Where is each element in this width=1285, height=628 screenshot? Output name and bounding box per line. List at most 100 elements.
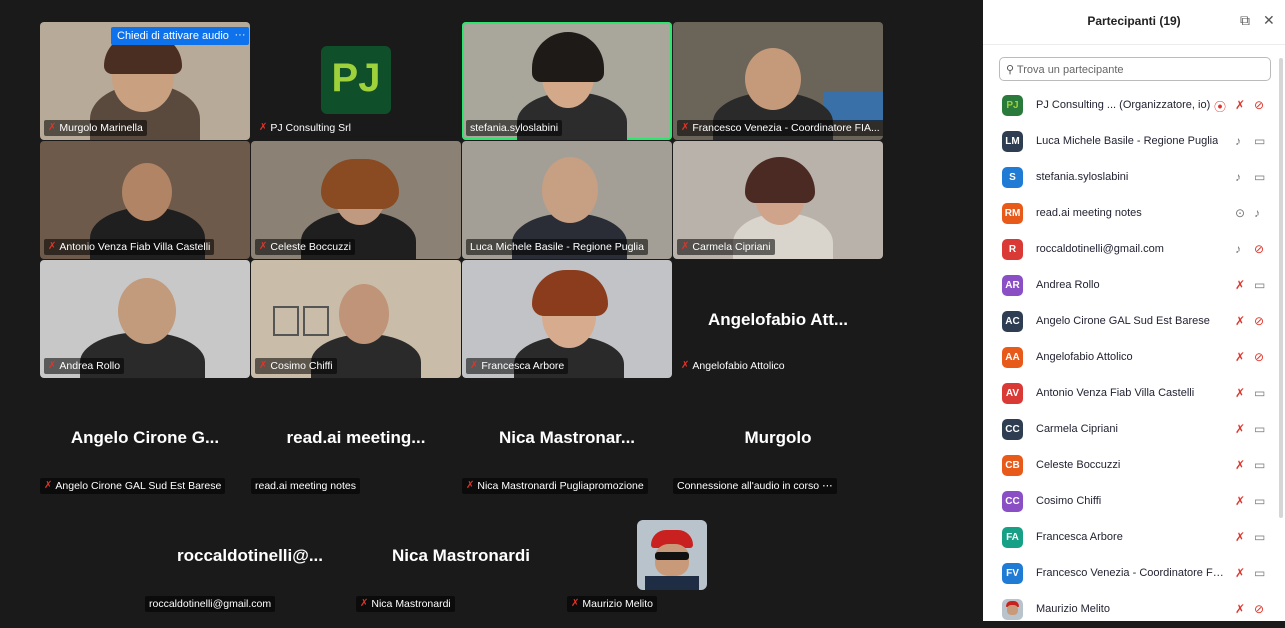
participant-avatar: S [1002, 167, 1023, 188]
mic-muted-icon: ✗ [681, 241, 690, 252]
video-off-icon[interactable]: ⊘ [1254, 314, 1264, 328]
participant-row[interactable]: CC Carmela Cipriani ✗ ▭ [983, 412, 1285, 448]
video-icon[interactable]: ▭ [1254, 566, 1265, 580]
participant-row[interactable]: FV Francesco Venezia - Coordinatore FIA.… [983, 556, 1285, 592]
more-options-button[interactable]: ··· [231, 27, 249, 45]
participant-row[interactable]: AA Angelofabio Attolico ✗ ⊘ [983, 340, 1285, 376]
video-tile-antonio[interactable]: ✗ Antonio Venza Fiab Villa Castelli [40, 141, 250, 259]
mic-muted-icon: ✗ [48, 122, 57, 133]
participant-row[interactable]: LM Luca Michele Basile - Regione Puglia … [983, 124, 1285, 160]
mic-muted-icon[interactable]: ✗ [1235, 530, 1245, 544]
participant-row[interactable]: PJ PJ Consulting ... (Organizzatore, io)… [983, 88, 1285, 124]
video-icon[interactable]: ▭ [1254, 494, 1265, 508]
recording-icon: ⦿ [1214, 100, 1227, 114]
mic-icon[interactable]: ♪ [1235, 134, 1241, 148]
mic-icon[interactable]: ♪ [1235, 242, 1241, 256]
participant-name: Celeste Boccuzzi [1036, 459, 1121, 471]
participant-row[interactable]: Maurizio Melito ✗ ⊘ [983, 592, 1285, 628]
mic-muted-icon[interactable]: ✗ [1235, 350, 1245, 364]
pj-logo-mark: PJ [331, 56, 381, 100]
tile-name-tag-nica-pp: ✗ Nica Mastronardi Pugliapromozione [462, 478, 648, 494]
participant-head [118, 278, 176, 344]
avatar-shirt [645, 576, 699, 590]
video-icon[interactable]: ▭ [1254, 422, 1265, 436]
video-tile-cosimo[interactable]: ✗ Cosimo Chiffi [251, 260, 461, 378]
participant-row[interactable]: AC Angelo Cirone GAL Sud Est Barese ✗ ⊘ [983, 304, 1285, 340]
mic-muted-icon[interactable]: ✗ [1235, 458, 1245, 472]
mic-muted-icon[interactable]: ✗ [1235, 278, 1245, 292]
recording-icon: ⊙ [1235, 206, 1246, 220]
mic-muted-icon[interactable]: ✗ [1235, 314, 1245, 328]
video-icon[interactable]: ▭ [1254, 386, 1265, 400]
video-tile-andrea[interactable]: ✗ Andrea Rollo [40, 260, 250, 378]
loading-icon: ⋯ [822, 480, 833, 492]
video-off-icon[interactable]: ⊘ [1254, 350, 1264, 364]
mic-muted-icon[interactable]: ✗ [1235, 602, 1245, 616]
video-tile-pj-consulting[interactable]: PJ ✗ PJ Consulting Srl [251, 22, 461, 140]
tile-name-label: Murgolo Marinella [59, 122, 143, 134]
participant-head [122, 163, 172, 221]
participant-name: Antonio Venza Fiab Villa Castelli [1036, 387, 1195, 399]
tile-name-label: Angelofabio Attolico [692, 360, 785, 372]
participant-row[interactable]: RM read.ai meeting notes ⊙ ♪ [983, 196, 1285, 232]
participant-hair [532, 32, 604, 82]
video-off-icon[interactable]: ⊘ [1254, 242, 1264, 256]
tile-name-label: Nica Mastronardi Pugliapromozione [477, 480, 644, 492]
participant-name: Angelofabio Attolico [1036, 351, 1133, 363]
mic-icon[interactable]: ♪ [1254, 206, 1260, 220]
mic-muted-icon[interactable]: ✗ [1235, 494, 1245, 508]
tile-name-label: read.ai meeting notes [255, 480, 356, 492]
mic-muted-icon[interactable]: ✗ [1235, 98, 1245, 112]
tile-name-label: Francesca Arbore [481, 360, 565, 372]
video-icon[interactable]: ▭ [1254, 134, 1265, 148]
participants-panel: Partecipanti (19) ⧉ ✕ ⚲ Trova un parteci… [983, 0, 1285, 621]
pop-out-icon[interactable]: ⧉ [1240, 12, 1250, 29]
mic-icon[interactable]: ♪ [1235, 170, 1241, 184]
participant-row[interactable]: FA Francesca Arbore ✗ ▭ [983, 520, 1285, 556]
participant-head [745, 48, 801, 110]
video-tile-angelofabio[interactable]: Angelofabio Att... ✗ Angelofabio Attolico [673, 260, 883, 378]
participant-avatar: AR [1002, 275, 1023, 296]
tile-name-label: Celeste Boccuzzi [270, 241, 351, 253]
video-tile-francesca[interactable]: ✗ Francesca Arbore [462, 260, 672, 378]
participant-name: Cosimo Chiffi [1036, 495, 1102, 507]
tile-name-label: Francesco Venezia - Coordinatore FIA... [692, 122, 880, 134]
mic-muted-icon: ✗ [470, 360, 479, 371]
participant-row[interactable]: AV Antonio Venza Fiab Villa Castelli ✗ ▭ [983, 376, 1285, 412]
wall-picture [273, 306, 299, 336]
video-off-icon[interactable]: ⊘ [1254, 98, 1264, 112]
mic-muted-icon[interactable]: ✗ [1235, 566, 1245, 580]
mic-muted-icon[interactable]: ✗ [1235, 422, 1245, 436]
video-icon[interactable]: ▭ [1254, 170, 1265, 184]
mic-muted-icon[interactable]: ✗ [1235, 386, 1245, 400]
participant-avatar: PJ [1002, 95, 1023, 116]
video-icon[interactable]: ▭ [1254, 530, 1265, 544]
tile-name-tag: ✗ Francesca Arbore [466, 358, 569, 374]
video-tile-carmela[interactable]: ✗ Carmela Cipriani [673, 141, 883, 259]
participant-avatar: LM [1002, 131, 1023, 152]
tile-name-label: PJ Consulting Srl [270, 122, 351, 134]
participant-row[interactable]: R roccaldotinelli@gmail.com ♪ ⊘ [983, 232, 1285, 268]
mic-muted-icon: ✗ [571, 598, 580, 609]
avatar-face [1007, 605, 1018, 615]
participant-row[interactable]: CC Cosimo Chiffi ✗ ▭ [983, 484, 1285, 520]
mic-muted-icon: ✗ [48, 360, 57, 371]
ask-unmute-button[interactable]: Chiedi di attivare audio [111, 27, 235, 45]
participant-row[interactable]: S stefania.syloslabini ♪ ▭ [983, 160, 1285, 196]
avatar-maurizio [637, 520, 707, 590]
video-tile-luca[interactable]: Luca Michele Basile - Regione Puglia [462, 141, 672, 259]
video-tile-francesco[interactable]: ✗ Francesco Venezia - Coordinatore FIA... [673, 22, 883, 140]
mic-muted-icon: ✗ [360, 598, 369, 609]
video-icon[interactable]: ▭ [1254, 278, 1265, 292]
search-input[interactable]: ⚲ Trova un partecipante [999, 57, 1271, 81]
video-icon[interactable]: ▭ [1254, 458, 1265, 472]
participant-name: Maurizio Melito [1036, 603, 1110, 615]
video-tile-celeste[interactable]: ✗ Celeste Boccuzzi [251, 141, 461, 259]
participant-name: Carmela Cipriani [1036, 423, 1118, 435]
participant-row[interactable]: AR Andrea Rollo ✗ ▭ [983, 268, 1285, 304]
close-icon[interactable]: ✕ [1263, 12, 1275, 29]
video-off-icon[interactable]: ⊘ [1254, 602, 1264, 616]
participant-row[interactable]: CB Celeste Boccuzzi ✗ ▭ [983, 448, 1285, 484]
video-tile-stefania[interactable]: stefania.syloslabini [462, 22, 672, 140]
participant-name: Luca Michele Basile - Regione Puglia [1036, 135, 1219, 147]
